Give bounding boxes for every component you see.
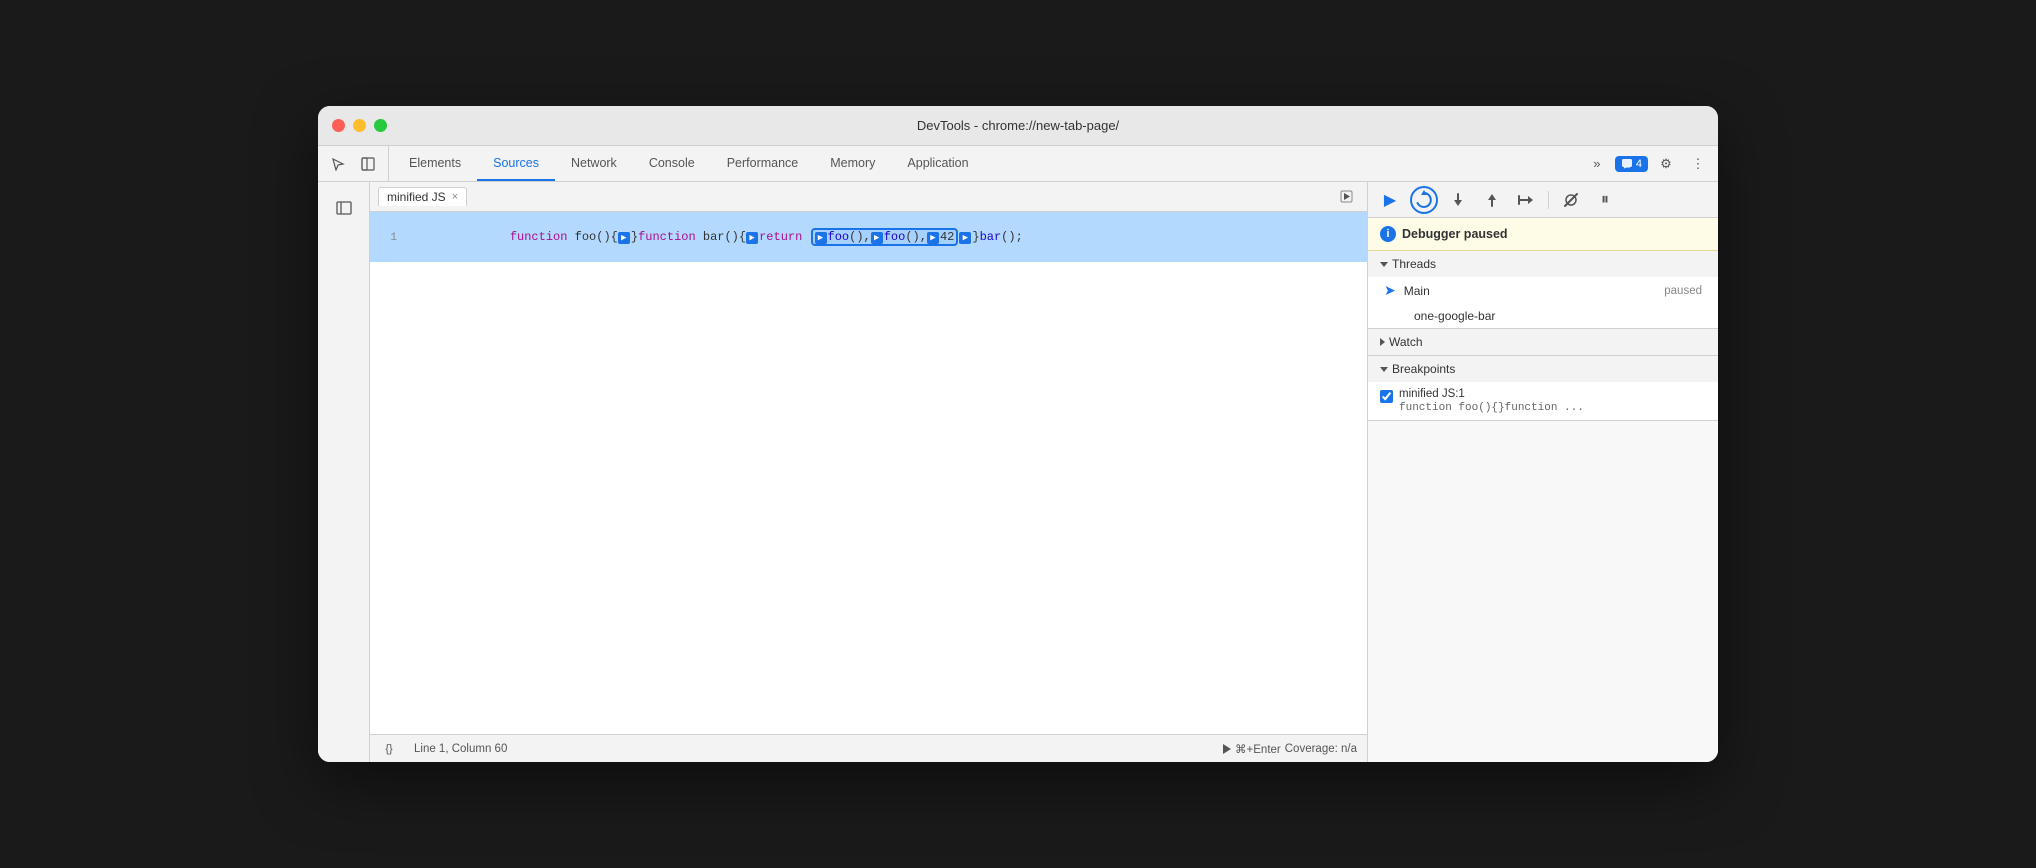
step-over-button[interactable] — [1410, 186, 1438, 214]
tab-bar-left-controls — [324, 146, 389, 181]
tab-bar-right-controls: » 4 ⚙ ⋮ — [1583, 146, 1712, 181]
chat-badge[interactable]: 4 — [1615, 156, 1648, 172]
step-icon — [1517, 192, 1535, 208]
source-tab-close-button[interactable]: × — [452, 191, 458, 203]
step-into-button[interactable] — [1444, 186, 1472, 214]
breakpoint-arrow-2: ▶ — [746, 232, 758, 244]
step-over-icon — [1414, 190, 1434, 210]
source-panel-header: minified JS × — [370, 182, 1367, 212]
breakpoints-section: Breakpoints minified JS:1 function foo()… — [1368, 356, 1718, 421]
step-into-icon — [1450, 192, 1466, 208]
line-number-1: 1 — [370, 230, 405, 244]
breakpoint-arrow-6: ▶ — [959, 232, 971, 244]
breakpoints-label: Breakpoints — [1392, 362, 1455, 376]
info-icon: i — [1380, 226, 1396, 242]
more-tabs-button[interactable]: » — [1583, 150, 1611, 178]
panel-icon — [336, 200, 352, 216]
play-icon — [1340, 190, 1353, 203]
code-content-1: function foo(){▶}function bar(){▶return … — [405, 212, 1367, 262]
source-run-button[interactable] — [1333, 184, 1359, 210]
tab-application[interactable]: Application — [891, 146, 984, 181]
line-column-info: Line 1, Column 60 — [414, 743, 507, 755]
source-footer: {} Line 1, Column 60 ⌘+Enter Coverage: n… — [370, 734, 1367, 762]
pause-on-exceptions-button[interactable]: ⏸ — [1591, 186, 1619, 214]
step-button[interactable] — [1512, 186, 1540, 214]
deactivate-breakpoints-button[interactable] — [1557, 186, 1585, 214]
code-highlight-region: ▶foo(),▶foo(),▶42 — [811, 228, 959, 246]
traffic-lights — [332, 119, 387, 132]
breakpoint-checkbox[interactable] — [1380, 390, 1393, 403]
breakpoint-arrow-1: ▶ — [618, 232, 630, 244]
thread-item-main[interactable]: ➤ Main paused — [1368, 277, 1718, 304]
source-panel: minified JS × — [370, 182, 1368, 762]
threads-list: ➤ Main paused one-google-bar — [1368, 277, 1718, 328]
minimize-button[interactable] — [353, 119, 366, 132]
source-tab-label: minified JS — [387, 190, 446, 204]
devtools-container: Elements Sources Network Console Perform… — [318, 146, 1718, 762]
code-line-1: 1 function foo(){▶}function bar(){▶retur… — [370, 212, 1367, 262]
watch-section: Watch — [1368, 329, 1718, 356]
watch-label: Watch — [1389, 335, 1423, 349]
tab-sources[interactable]: Sources — [477, 146, 555, 181]
breakpoint-arrow-5: ▶ — [927, 232, 939, 244]
breakpoints-list: minified JS:1 function foo(){}function .… — [1368, 382, 1718, 420]
deactivate-icon — [1563, 192, 1579, 208]
watch-header[interactable]: Watch — [1368, 329, 1718, 355]
run-shortcut: ⌘+Enter — [1235, 742, 1281, 756]
resume-button[interactable]: ▶ — [1376, 186, 1404, 214]
close-button[interactable] — [332, 119, 345, 132]
source-file-tab[interactable]: minified JS × — [378, 187, 467, 206]
maximize-button[interactable] — [374, 119, 387, 132]
source-header-right — [1333, 184, 1359, 210]
step-out-icon — [1484, 192, 1500, 208]
main-tabs: Elements Sources Network Console Perform… — [393, 146, 1583, 181]
coverage-info: Coverage: n/a — [1285, 743, 1357, 755]
code-area[interactable]: 1 function foo(){▶}function bar(){▶retur… — [370, 212, 1367, 734]
threads-header[interactable]: Threads — [1368, 251, 1718, 277]
threads-collapse-icon — [1380, 262, 1388, 267]
debugger-paused-label: Debugger paused — [1402, 227, 1508, 241]
breakpoint-arrow-4: ▶ — [871, 232, 883, 244]
breakpoints-collapse-icon — [1380, 367, 1388, 372]
step-out-button[interactable] — [1478, 186, 1506, 214]
breakpoint-filename: minified JS:1 — [1399, 388, 1584, 400]
tab-console[interactable]: Console — [633, 146, 711, 181]
tab-elements[interactable]: Elements — [393, 146, 477, 181]
more-options-button[interactable]: ⋮ — [1684, 150, 1712, 178]
thread-google-bar-label: one-google-bar — [1414, 309, 1495, 323]
devtools-window: DevTools - chrome://new-tab-page/ — [318, 106, 1718, 762]
thread-item-google-bar[interactable]: one-google-bar — [1368, 304, 1718, 328]
threads-label: Threads — [1392, 257, 1436, 271]
threads-section: Threads ➤ Main paused one-google-bar — [1368, 251, 1718, 329]
thread-main-label: Main — [1404, 284, 1430, 298]
toolbar-separator — [1548, 191, 1549, 209]
window-title: DevTools - chrome://new-tab-page/ — [917, 118, 1119, 133]
debug-panel: ▶ — [1368, 182, 1718, 762]
title-bar: DevTools - chrome://new-tab-page/ — [318, 106, 1718, 146]
format-button[interactable]: {} — [380, 740, 398, 758]
cursor-icon[interactable] — [324, 150, 352, 178]
breakpoints-header[interactable]: Breakpoints — [1368, 356, 1718, 382]
debugger-paused-banner: i Debugger paused — [1368, 218, 1718, 251]
tab-performance[interactable]: Performance — [711, 146, 815, 181]
breakpoint-item-1: minified JS:1 function foo(){}function .… — [1380, 388, 1706, 414]
thread-main-status: paused — [1664, 285, 1702, 297]
dock-icon[interactable] — [354, 150, 382, 178]
breakpoint-arrow-3: ▶ — [815, 232, 827, 244]
left-panel — [318, 182, 370, 762]
tab-bar: Elements Sources Network Console Perform… — [318, 146, 1718, 182]
tab-memory[interactable]: Memory — [814, 146, 891, 181]
run-snippet-controls: ⌘+Enter Coverage: n/a — [1223, 742, 1357, 756]
chat-icon — [1621, 158, 1633, 170]
debug-toolbar: ▶ — [1368, 182, 1718, 218]
breakpoint-info: minified JS:1 function foo(){}function .… — [1399, 388, 1584, 414]
main-content: minified JS × — [318, 182, 1718, 762]
panel-toggle-button[interactable] — [326, 190, 362, 226]
watch-expand-icon — [1380, 338, 1385, 346]
run-icon — [1223, 744, 1231, 754]
breakpoint-code: function foo(){}function ... — [1399, 402, 1584, 414]
thread-arrow-icon: ➤ — [1384, 282, 1396, 299]
tab-network[interactable]: Network — [555, 146, 633, 181]
settings-button[interactable]: ⚙ — [1652, 150, 1680, 178]
